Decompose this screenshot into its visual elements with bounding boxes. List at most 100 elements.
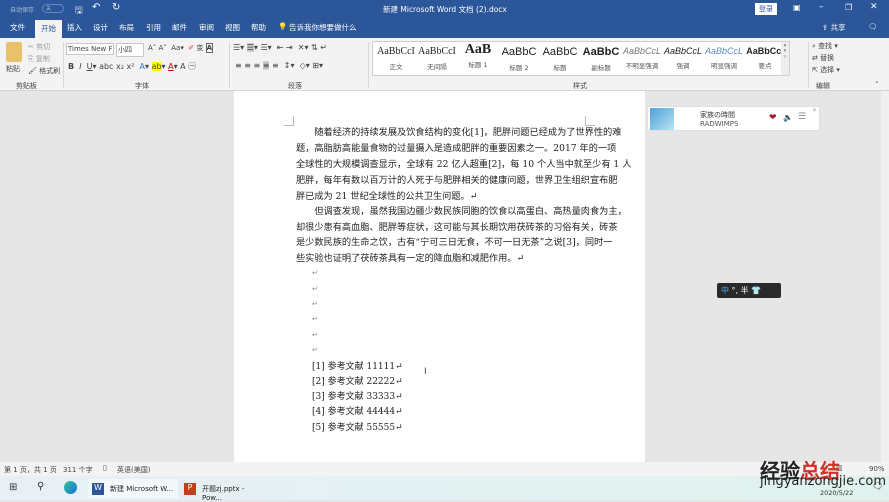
text-cursor-icon: I: [424, 367, 427, 377]
find-button[interactable]: ⌕ 查找 ▾: [812, 41, 838, 51]
tell-me-input[interactable]: 告诉我你想要做什么: [289, 22, 357, 33]
redo-icon[interactable]: ↻: [112, 2, 120, 13]
tab-mailings[interactable]: 邮件: [172, 22, 187, 33]
lightbulb-icon: 💡: [278, 22, 288, 31]
style-heading-2[interactable]: AaBbC 标题 2: [498, 46, 540, 72]
ime-width[interactable]: 半: [741, 286, 749, 295]
paste-icon[interactable]: [6, 42, 22, 62]
minimize-button[interactable]: –: [819, 2, 824, 12]
page-count[interactable]: 第 1 页，共 1 页: [4, 465, 57, 475]
tab-help[interactable]: 帮助: [251, 22, 266, 33]
restore-button[interactable]: ❐: [845, 3, 852, 12]
word-count[interactable]: 311 个字: [63, 465, 93, 475]
windows-start-icon[interactable]: ⊞: [9, 482, 17, 493]
select-button[interactable]: ⇱ 选择 ▾: [812, 65, 840, 75]
paragraph-mark: ↵: [312, 285, 318, 293]
ime-punctuation[interactable]: °,: [732, 286, 739, 295]
tab-review[interactable]: 审阅: [199, 22, 214, 33]
styles-group-label: 样式: [573, 82, 587, 90]
clock-date[interactable]: 2020/5/22: [820, 489, 853, 497]
styles-scroll-buttons[interactable]: ▴ ▾ ▿: [781, 42, 789, 75]
body-text-line: 胖已成为 21 世纪全球性的公共卫生问题。↵: [296, 191, 478, 202]
tab-home[interactable]: 开始: [35, 20, 62, 38]
style-preview: AaBbC: [582, 46, 620, 58]
style-name: 标题: [553, 64, 567, 72]
alignment-buttons[interactable]: ≡ ≡ ≡ ≡ ≡ ↕▾ ◇▾ ⊞▾: [235, 61, 323, 70]
style-subtitle[interactable]: AaBbC 副标题: [580, 46, 622, 72]
copy-button[interactable]: ⎘ 复制: [28, 54, 50, 64]
list-buttons[interactable]: ☰▾ ☰▾ ☰▾ ⇤ ⇥ ✕▾ ⇅ ↵: [233, 43, 327, 52]
tab-references[interactable]: 引用: [146, 22, 161, 33]
search-icon[interactable]: ⚲: [37, 481, 44, 492]
language[interactable]: 英语(美国): [117, 465, 150, 475]
document-page[interactable]: 随着经济的持续发展及饮食结构的变化[1]，肥胖问题已经成为了世界性的难 题，高脂…: [234, 91, 645, 462]
style-strong[interactable]: AaBbCcI 要点: [744, 46, 786, 70]
style-title[interactable]: AaBbC 标题: [539, 46, 581, 72]
playlist-icon[interactable]: ☰: [798, 112, 806, 122]
paragraph-group-label: 段落: [288, 82, 302, 90]
format-painter-label: 格式刷: [39, 67, 61, 75]
edge-icon[interactable]: [64, 481, 77, 494]
tab-design[interactable]: 设计: [93, 22, 108, 33]
autosave-toggle[interactable]: 关: [42, 4, 64, 13]
collapse-ribbon-icon[interactable]: ˄: [875, 81, 879, 89]
style-name: 标题 2: [509, 64, 529, 72]
body-text-line: 是少数民族的生命之饮，古有“宁可三日无食，不可一日无茶”之说[3]，同时一: [296, 237, 613, 248]
taskbar-word[interactable]: W 新建 Microsoft W...: [88, 479, 178, 498]
style-no-spacing[interactable]: AaBbCcI 无间隔: [416, 46, 458, 71]
style-name: 明显强调: [711, 62, 737, 70]
song-artist: RADWIMPS: [700, 120, 739, 128]
close-icon[interactable]: ✕: [812, 107, 817, 114]
save-icon[interactable]: 🖫: [75, 3, 83, 19]
font-format-buttons[interactable]: B I U▾ abc x₂ x² A▾ ab▾ A▾ A ㊀: [68, 61, 196, 72]
format-painter-button[interactable]: 🖌 格式刷: [28, 66, 60, 76]
font-name-select[interactable]: Times New F: [66, 43, 114, 55]
style-name: 无间隔: [427, 63, 447, 71]
font-grow-shrink-icons[interactable]: A˄ A˅ Aa▾ ✐ 变 A: [148, 43, 214, 53]
proofing-icon[interactable]: ▯: [103, 464, 107, 472]
heart-icon[interactable]: ❤: [769, 113, 777, 123]
skin-icon[interactable]: 👕: [751, 286, 761, 295]
song-title: 家族の時間: [700, 111, 735, 119]
tab-file[interactable]: 文件: [10, 22, 25, 33]
cut-button[interactable]: ✂ 剪切: [28, 42, 50, 52]
style-preview: AaBbCcL: [704, 46, 744, 56]
close-button[interactable]: ✕: [870, 2, 878, 12]
style-intense-emphasis[interactable]: AaBbCcL 明显强调: [703, 46, 745, 70]
style-subtle-emphasis[interactable]: AaBbCcL 不明显强调: [621, 46, 663, 70]
font-size-select[interactable]: 小四: [116, 43, 144, 57]
tab-view[interactable]: 视图: [225, 22, 240, 33]
paste-button[interactable]: 粘贴: [6, 64, 20, 74]
ribbon-display-icon[interactable]: ▣: [793, 3, 801, 12]
cut-label: 剪切: [36, 43, 51, 51]
body-text-line: 些实验也证明了茯砖茶具有一定的降血脂和减肥作用。↵: [296, 253, 525, 264]
login-button[interactable]: 登录: [755, 3, 777, 15]
zoom-level[interactable]: 90%: [869, 465, 885, 473]
ribbon-tabs: 文件 开始 插入 设计 布局 引用 邮件 审阅 视图 帮助 💡 告诉我你想要做什…: [0, 18, 889, 38]
style-heading-1[interactable]: AaB 标题 1: [457, 43, 499, 69]
style-preview: AaBbC: [501, 46, 537, 58]
volume-icon[interactable]: 🔈: [783, 113, 793, 122]
style-normal[interactable]: AaBbCcI 正文: [375, 46, 417, 71]
style-preview: AaBbCcI: [377, 46, 415, 57]
style-preview: AaBbC: [542, 46, 578, 58]
style-name: 要点: [758, 62, 772, 70]
tab-layout[interactable]: 布局: [119, 22, 134, 33]
style-preview: AaBbCcL: [663, 46, 703, 56]
select-label: 选择: [820, 66, 835, 74]
title-bar: 自动保存 关 🖫 ↶ ↻ 新建 Microsoft Word 文档 (2).do…: [0, 0, 889, 18]
vertical-scrollbar[interactable]: [881, 91, 889, 462]
taskbar-powerpoint[interactable]: P 开题zj.pptx - Pow...: [180, 479, 268, 502]
style-emphasis[interactable]: AaBbCcL 强调: [662, 46, 704, 70]
album-art: [650, 108, 674, 130]
replace-button[interactable]: ⇄ 替换: [812, 53, 834, 63]
window-title: 新建 Microsoft Word 文档 (2).docx: [383, 5, 507, 14]
style-name: 副标题: [591, 64, 611, 72]
tab-insert[interactable]: 插入: [67, 22, 82, 33]
style-preview: AaBbCcI: [746, 46, 784, 56]
comments-icon[interactable]: 🗨: [868, 22, 878, 31]
share-button[interactable]: ⇪ 共享: [822, 22, 846, 33]
ime-toolbar[interactable]: 中 °, 半 👕: [717, 283, 781, 298]
ime-mode[interactable]: 中: [721, 286, 729, 295]
undo-icon[interactable]: ↶: [92, 2, 100, 13]
